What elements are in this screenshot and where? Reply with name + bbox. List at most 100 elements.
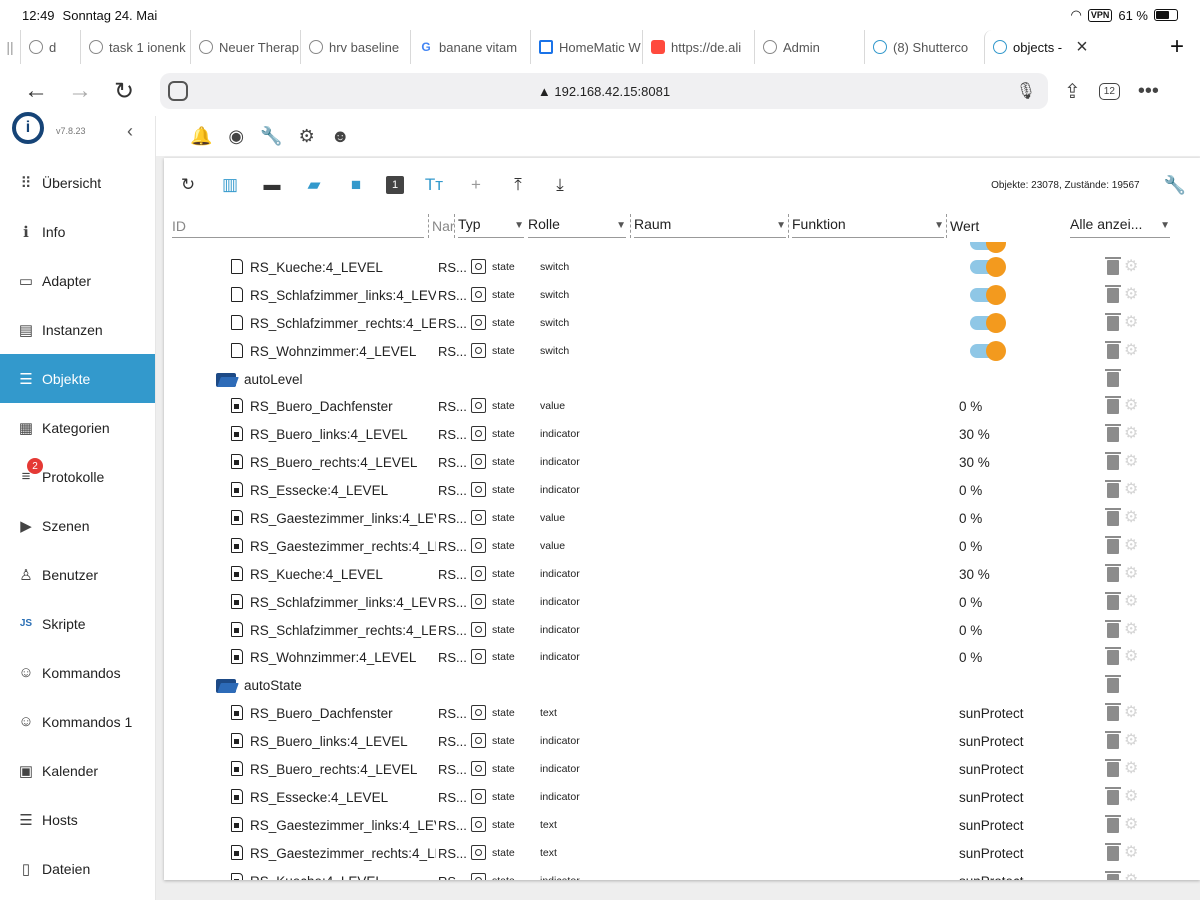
tab-6[interactable]: https://de.ali — [642, 30, 754, 64]
gear-icon[interactable]: ⚙ — [1124, 621, 1138, 638]
url-text[interactable]: ▲ 192.168.42.15:8081 — [160, 84, 1048, 99]
reload-icon[interactable]: ↻ — [102, 77, 146, 106]
add-icon[interactable]: + — [464, 175, 488, 195]
tab-overview-icon[interactable]: || — [0, 39, 20, 55]
folder-icon[interactable]: ■ — [344, 175, 368, 195]
state-toggle[interactable] — [970, 242, 1006, 253]
depth-box-icon[interactable]: 1 — [386, 176, 404, 194]
wrench-settings-icon[interactable]: 🔧 — [1164, 175, 1186, 196]
eye-icon[interactable]: ◉ — [228, 126, 244, 147]
refresh-icon[interactable]: ↻ — [176, 175, 200, 195]
type-select[interactable]: Typ ▼ — [458, 216, 524, 238]
address-bar[interactable]: ▲ 192.168.42.15:8081 🎙 — [160, 73, 1048, 109]
object-value[interactable]: sunProtect — [959, 874, 1024, 880]
delete-icon[interactable] — [1105, 424, 1121, 443]
gear-icon[interactable]: ⚙ — [1124, 565, 1138, 582]
upload-icon[interactable]: ⤒ — [506, 175, 530, 195]
delete-icon[interactable] — [1105, 396, 1121, 415]
sidebar-item-dateien[interactable]: ▯ Dateien — [0, 844, 155, 893]
wrench-icon[interactable]: 🔧 — [260, 126, 282, 147]
folder-open-icon[interactable]: ▰ — [302, 175, 326, 195]
table-row[interactable]: RS_Schlafzimmer_rechts:4_LEVELRS... state… — [164, 310, 1200, 338]
gear-icon[interactable]: ⚙ — [1124, 398, 1138, 414]
gear-icon[interactable]: ⚙ — [1124, 761, 1138, 777]
object-value[interactable]: sunProtect — [959, 790, 1024, 805]
gear-icon[interactable]: ⚙ — [1124, 733, 1138, 749]
gear-icon[interactable]: ⚙ — [1124, 482, 1138, 498]
gear-icon[interactable]: ⚙ — [1124, 259, 1138, 275]
object-value[interactable]: sunProtect — [959, 706, 1024, 721]
folder-closed-icon[interactable]: ▬ — [260, 175, 284, 195]
delete-icon[interactable] — [1105, 535, 1121, 554]
sidebar-item-kommandos-1[interactable]: ☺ Kommandos 1 — [0, 697, 155, 746]
delete-icon[interactable] — [1105, 619, 1121, 638]
table-row[interactable]: RS_Buero_links:4_LEVEL RS... state indicato… — [164, 728, 1200, 756]
object-value[interactable]: sunProtect — [959, 734, 1024, 749]
delete-icon[interactable] — [1105, 480, 1121, 499]
gear-icon[interactable]: ⚙ — [1124, 593, 1138, 610]
sidebar-item-skripte[interactable]: JS Skripte — [0, 599, 155, 648]
name-filter[interactable]: Nar — [432, 218, 455, 234]
tab-2[interactable]: Neuer Therap — [190, 30, 300, 64]
microphone-icon[interactable]: 🎙 — [1016, 81, 1036, 101]
tab-5[interactable]: HomeMatic W — [530, 30, 642, 64]
table-row[interactable]: RS_Schlafzimmer_links:4_LEVEL RS... state s… — [164, 282, 1200, 310]
object-value[interactable]: 0 % — [959, 483, 982, 498]
collapse-sidebar-icon[interactable]: ‹ — [127, 121, 133, 142]
table-row[interactable]: RS_Essecke:4_LEVEL RS... state indicator sun… — [164, 784, 1200, 812]
gear-icon[interactable]: ⚙ — [1124, 454, 1138, 470]
role-select[interactable]: Rolle ▼ — [528, 216, 626, 238]
object-value[interactable]: sunProtect — [959, 818, 1024, 833]
delete-icon[interactable] — [1105, 340, 1121, 359]
delete-icon[interactable] — [1105, 312, 1121, 331]
tab-8[interactable]: (8) Shutterco — [864, 30, 984, 64]
table-row[interactable]: RS_Wohnzimmer:4_LEVEL RS... state switch ⚙ — [164, 338, 1200, 366]
object-value[interactable]: sunProtect — [959, 846, 1024, 861]
expert-mode-icon[interactable]: ☻ — [331, 126, 350, 147]
sidebar-item--bersicht[interactable]: ⠿ Übersicht — [0, 158, 155, 207]
sidebar-item-hosts[interactable]: ☰ Hosts — [0, 795, 155, 844]
tab-0[interactable]: d — [20, 30, 80, 64]
tab-9[interactable]: objects - × — [984, 30, 1106, 64]
delete-icon[interactable] — [1105, 257, 1121, 275]
table-row[interactable]: RS_Buero_rechts:4_LEVEL RS... state indicat… — [164, 449, 1200, 477]
delete-icon[interactable] — [1105, 508, 1121, 527]
sidebar-item-kalender[interactable]: ▣ Kalender — [0, 746, 155, 795]
object-value[interactable]: 0 % — [959, 623, 982, 638]
settings-gear-icon[interactable]: ⚙ — [299, 126, 315, 147]
table-row[interactable]: RS_Kueche:4_LEVEL RS... state switch ⚙ — [164, 254, 1200, 282]
delete-icon[interactable] — [1105, 675, 1121, 694]
sidebar-item-objekte[interactable]: ☰ Objekte — [0, 354, 155, 403]
tab-4[interactable]: Gbanane vitam — [410, 30, 530, 64]
table-row[interactable]: RS_Buero_Dachfenster RS... state value 0 % ⚙ — [164, 393, 1200, 421]
delete-icon[interactable] — [1105, 591, 1121, 610]
table-row[interactable]: RS_Gaestezimmer_links:4_LEVELRS... state v… — [164, 505, 1200, 533]
object-value[interactable]: 0 % — [959, 595, 982, 610]
object-value[interactable]: 0 % — [959, 511, 982, 526]
delete-icon[interactable] — [1105, 842, 1121, 861]
sidebar-item-instanzen[interactable]: ▤ Instanzen — [0, 305, 155, 354]
new-tab-icon[interactable]: + — [1170, 33, 1184, 61]
table-row[interactable]: RS_Gaestezimmer_rechts:4_LEVELRS... state… — [164, 533, 1200, 561]
delete-icon[interactable] — [1105, 814, 1121, 833]
gear-icon[interactable]: ⚙ — [1124, 314, 1138, 331]
delete-icon[interactable] — [1105, 368, 1121, 387]
delete-icon[interactable] — [1105, 759, 1121, 778]
function-select[interactable]: Funktion ▼ — [792, 216, 944, 238]
object-value[interactable]: 30 % — [959, 427, 990, 442]
sidebar-item-info[interactable]: ℹ Info — [0, 207, 155, 256]
object-value[interactable]: 0 % — [959, 650, 982, 665]
gear-icon[interactable]: ⚙ — [1124, 872, 1138, 880]
table-row[interactable]: RS_Gaestezimmer_rechts:4_LEVELRS... state… — [164, 840, 1200, 868]
table-row[interactable]: RS_Kueche:4_LEVEL RS... state indicator sunP… — [164, 868, 1200, 880]
delete-icon[interactable] — [1105, 452, 1121, 471]
gear-icon[interactable]: ⚙ — [1124, 816, 1138, 833]
gear-icon[interactable]: ⚙ — [1124, 342, 1138, 359]
sidebar-item-adapter[interactable]: ▭ Adapter — [0, 256, 155, 305]
delete-icon[interactable] — [1105, 647, 1121, 666]
tab-3[interactable]: hrv baseline — [300, 30, 410, 64]
gear-icon[interactable]: ⚙ — [1124, 286, 1138, 303]
gear-icon[interactable]: ⚙ — [1124, 844, 1138, 861]
more-icon[interactable]: ••• — [1138, 80, 1159, 103]
delete-icon[interactable] — [1105, 284, 1121, 303]
